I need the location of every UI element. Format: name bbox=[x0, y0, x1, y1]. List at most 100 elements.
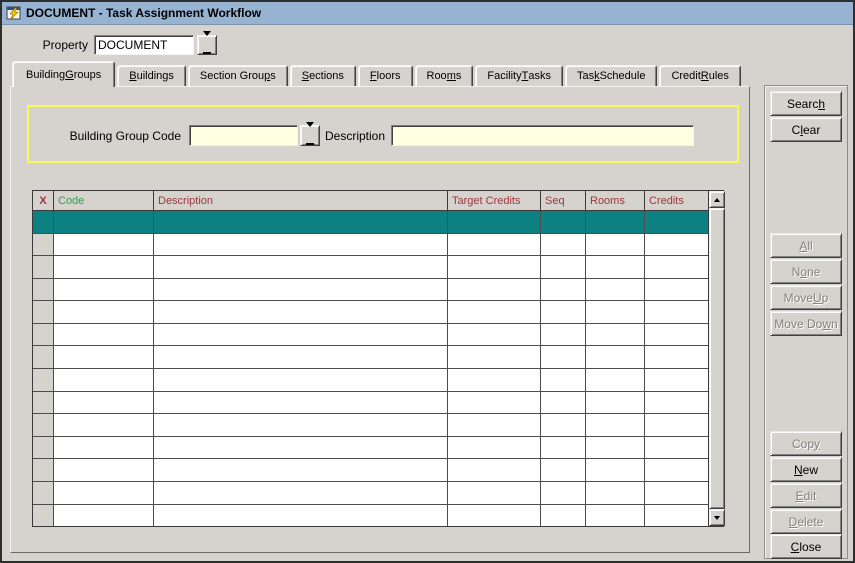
edit-button[interactable]: Edit bbox=[770, 483, 842, 508]
table-row[interactable] bbox=[33, 459, 708, 482]
table-cell bbox=[448, 346, 541, 368]
table-cell bbox=[645, 392, 708, 414]
tab-rooms[interactable]: Rooms bbox=[415, 65, 474, 86]
table-cell bbox=[33, 437, 54, 459]
table-row[interactable] bbox=[33, 256, 708, 279]
table-cell bbox=[645, 324, 708, 346]
move-down-button[interactable]: Move Down bbox=[770, 311, 842, 336]
building-group-code-dropdown-button[interactable] bbox=[300, 125, 320, 146]
table-cell bbox=[586, 505, 645, 527]
grid-rows bbox=[33, 211, 708, 526]
table-cell bbox=[54, 437, 154, 459]
table-cell bbox=[154, 369, 448, 391]
delete-button[interactable]: Delete bbox=[770, 509, 842, 534]
table-cell bbox=[586, 346, 645, 368]
clear-button[interactable]: Clear bbox=[770, 117, 842, 142]
table-cell bbox=[586, 392, 645, 414]
building-groups-grid: XCodeDescriptionTarget CreditsSeqRoomsCr… bbox=[32, 190, 724, 527]
table-row[interactable] bbox=[33, 324, 708, 347]
tab-section-groups[interactable]: Section Groups bbox=[188, 65, 288, 86]
grid-vertical-scrollbar[interactable] bbox=[708, 191, 725, 526]
table-row[interactable] bbox=[33, 234, 708, 257]
tab-floors[interactable]: Floors bbox=[358, 65, 413, 86]
table-cell bbox=[33, 279, 54, 301]
table-cell bbox=[586, 279, 645, 301]
tab-facility-tasks[interactable]: Facility Tasks bbox=[475, 65, 563, 86]
table-cell bbox=[154, 459, 448, 481]
table-cell bbox=[54, 211, 154, 233]
table-row[interactable] bbox=[33, 279, 708, 302]
table-cell bbox=[645, 234, 708, 256]
side-button-panel: SearchClear AllNoneMove UpMove Down CopyNe… bbox=[764, 85, 848, 559]
table-cell bbox=[541, 279, 586, 301]
table-cell bbox=[586, 234, 645, 256]
copy-button[interactable]: Copy bbox=[770, 431, 842, 456]
new-button[interactable]: New bbox=[770, 457, 842, 482]
column-header-credits: Credits bbox=[645, 191, 708, 210]
table-cell bbox=[33, 459, 54, 481]
table-cell bbox=[448, 279, 541, 301]
table-cell bbox=[54, 505, 154, 527]
table-cell bbox=[586, 414, 645, 436]
table-cell bbox=[54, 301, 154, 323]
property-input[interactable] bbox=[94, 35, 194, 55]
tab-buildings[interactable]: Buildings bbox=[117, 65, 186, 86]
all-button[interactable]: All bbox=[770, 233, 842, 258]
search-button[interactable]: Search bbox=[770, 91, 842, 116]
scroll-down-button[interactable] bbox=[709, 509, 725, 526]
table-cell bbox=[541, 414, 586, 436]
tab-building-groups[interactable]: Building Groups bbox=[12, 61, 115, 87]
search-filter-frame: Building Group Code Description bbox=[27, 105, 739, 163]
table-row[interactable] bbox=[33, 211, 708, 234]
table-cell bbox=[645, 256, 708, 278]
table-cell bbox=[54, 234, 154, 256]
table-cell bbox=[154, 482, 448, 504]
tab-credit-rules[interactable]: Credit Rules bbox=[659, 65, 740, 86]
table-cell bbox=[448, 505, 541, 527]
table-cell bbox=[645, 459, 708, 481]
table-cell bbox=[586, 437, 645, 459]
table-row[interactable] bbox=[33, 505, 708, 527]
table-row[interactable] bbox=[33, 369, 708, 392]
tab-task-schedule[interactable]: Task Schedule bbox=[565, 65, 658, 86]
table-cell bbox=[645, 346, 708, 368]
table-row[interactable] bbox=[33, 414, 708, 437]
table-cell bbox=[54, 482, 154, 504]
table-row[interactable] bbox=[33, 482, 708, 505]
table-cell bbox=[154, 437, 448, 459]
none-button[interactable]: None bbox=[770, 259, 842, 284]
tab-sections[interactable]: Sections bbox=[290, 65, 356, 86]
table-cell bbox=[541, 437, 586, 459]
down-arrow-icon bbox=[714, 516, 720, 520]
column-header-description: Description bbox=[154, 191, 448, 210]
table-row[interactable] bbox=[33, 392, 708, 415]
table-cell bbox=[541, 459, 586, 481]
building-group-code-input[interactable] bbox=[189, 125, 298, 146]
table-cell bbox=[448, 301, 541, 323]
table-cell bbox=[154, 234, 448, 256]
table-cell bbox=[154, 256, 448, 278]
table-cell bbox=[154, 324, 448, 346]
property-dropdown-button[interactable] bbox=[197, 35, 217, 55]
table-cell bbox=[448, 324, 541, 346]
column-header-seq: Seq bbox=[541, 191, 586, 210]
table-cell bbox=[645, 369, 708, 391]
property-label: Property bbox=[22, 38, 88, 52]
description-input[interactable] bbox=[391, 125, 694, 146]
table-cell bbox=[586, 211, 645, 233]
table-row[interactable] bbox=[33, 346, 708, 369]
table-row[interactable] bbox=[33, 301, 708, 324]
table-cell bbox=[33, 256, 54, 278]
table-row[interactable] bbox=[33, 437, 708, 460]
column-header-code: Code bbox=[54, 191, 154, 210]
scrollbar-thumb[interactable] bbox=[709, 208, 725, 509]
table-cell bbox=[33, 369, 54, 391]
column-header-rooms: Rooms bbox=[586, 191, 645, 210]
close-button[interactable]: Close bbox=[770, 534, 842, 559]
move-up-button[interactable]: Move Up bbox=[770, 285, 842, 310]
scroll-up-button[interactable] bbox=[709, 191, 725, 208]
table-cell bbox=[541, 301, 586, 323]
table-cell bbox=[448, 437, 541, 459]
building-group-code-label: Building Group Code bbox=[29, 129, 181, 143]
table-cell bbox=[541, 324, 586, 346]
